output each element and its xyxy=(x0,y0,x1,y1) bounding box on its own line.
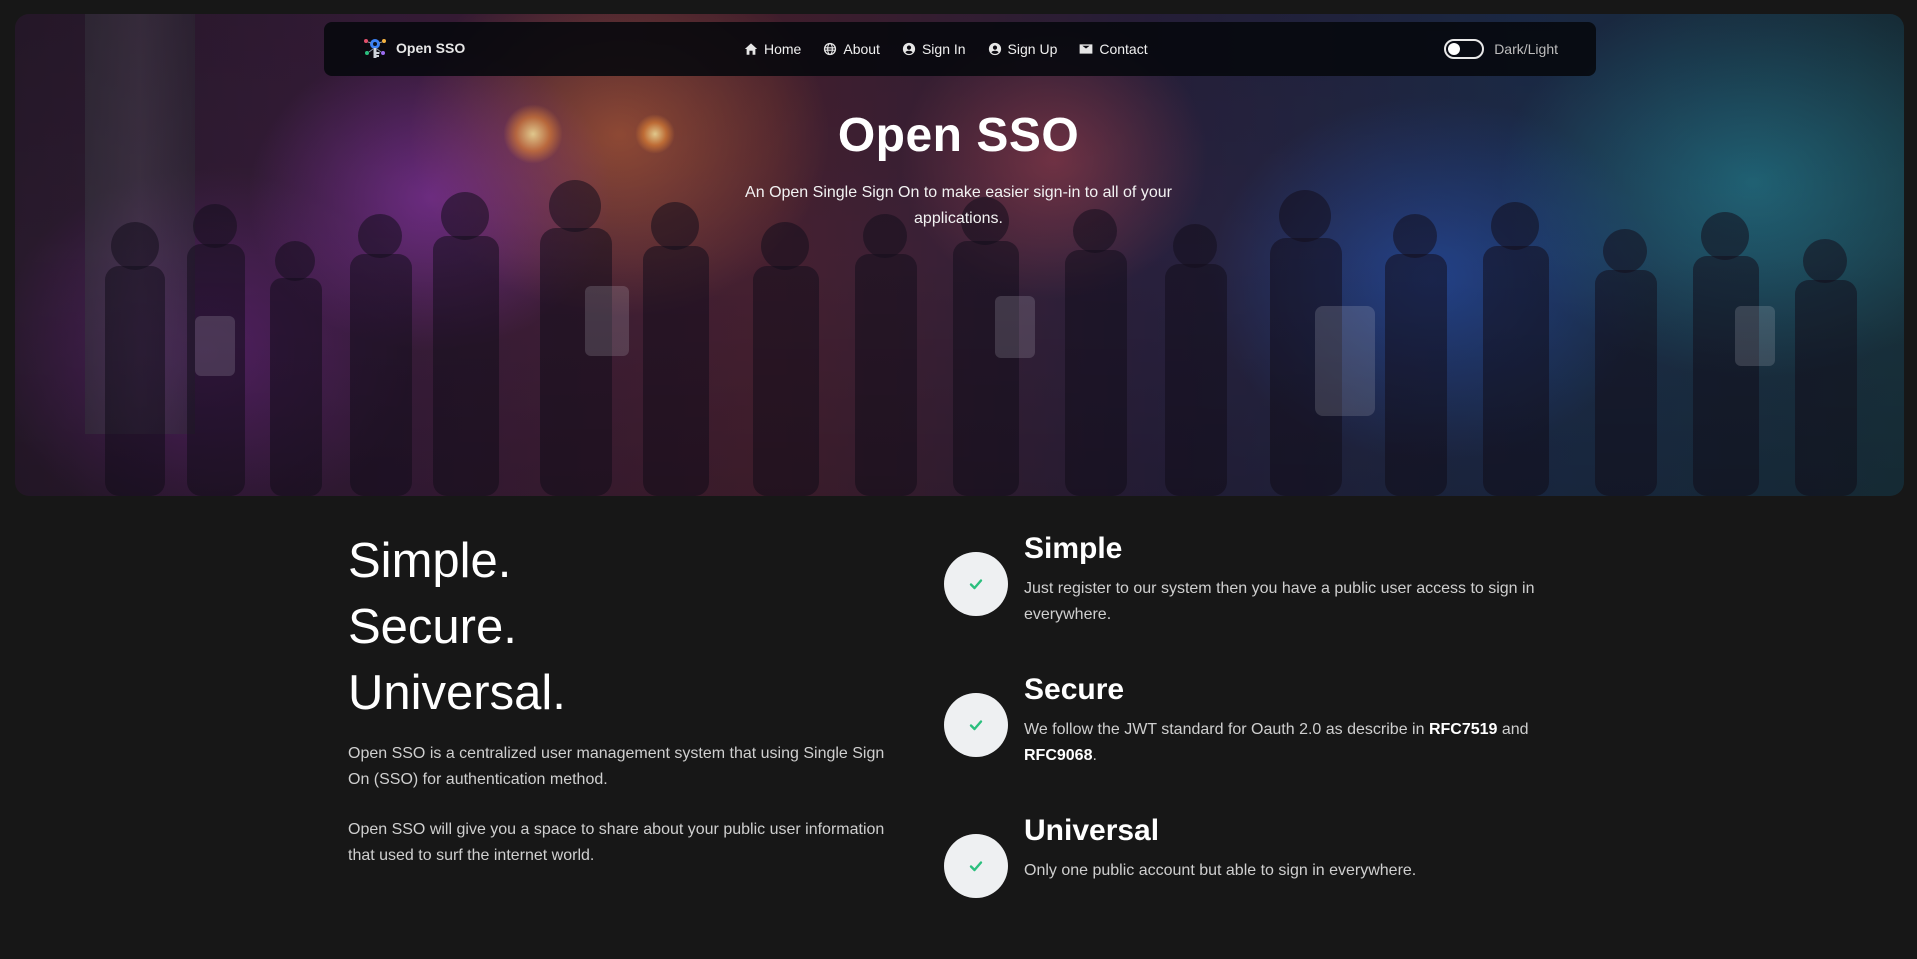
feature-body-text: and xyxy=(1497,721,1529,738)
navbar: Open SSO Home About Sign In Sign Up Cont… xyxy=(324,22,1596,76)
feature-check-badge xyxy=(944,834,1008,898)
user-circle-icon xyxy=(988,42,1001,56)
intro-paragraph-1: Open SSO is a centralized user managemen… xyxy=(348,745,885,788)
nav-sign-up-label: Sign Up xyxy=(1007,41,1058,57)
feature-title: Secure xyxy=(1024,673,1125,706)
nav-sign-up[interactable]: Sign Up xyxy=(988,41,1058,57)
nav-sign-in-label: Sign In xyxy=(921,41,966,57)
nav-about[interactable]: About xyxy=(823,41,880,57)
rfc-9068: RFC9068 xyxy=(1024,747,1093,764)
feature-check-badge xyxy=(944,552,1008,616)
nav-sign-in[interactable]: Sign In xyxy=(902,41,966,57)
feature-body-text: . xyxy=(1092,747,1097,764)
feature-body-text: We follow the JWT standard for Oauth 2.0… xyxy=(1024,721,1429,738)
check-icon xyxy=(969,720,983,731)
hero-subtitle: An Open Single Sign On to make easier si… xyxy=(745,184,1172,227)
brand[interactable]: Open SSO xyxy=(362,35,465,61)
theme-toggle-label: Dark/Light xyxy=(1494,41,1558,57)
brand-logo-icon xyxy=(364,39,386,58)
theme-toggle-switch[interactable] xyxy=(1444,39,1485,59)
home-icon xyxy=(744,43,758,55)
intro-paragraph-2: Open SSO will give you a space to share … xyxy=(348,821,885,864)
nav-contact[interactable]: Contact xyxy=(1079,41,1148,57)
feature-body: Just register to our system then you hav… xyxy=(1024,580,1535,623)
rfc-7519: RFC7519 xyxy=(1428,721,1498,738)
nav-about-label: About xyxy=(843,41,880,57)
check-icon xyxy=(969,861,983,872)
check-icon xyxy=(969,579,983,590)
tagline: Simple. Secure. Universal. xyxy=(348,528,566,726)
feature-body: We follow the JWT standard for Oauth 2.0… xyxy=(1024,717,1564,769)
nav-home[interactable]: Home xyxy=(744,41,801,57)
feature-title: Simple xyxy=(1024,532,1123,565)
theme-toggle: Dark/Light xyxy=(1444,22,1558,76)
feature-check-badge xyxy=(944,693,1008,757)
hero-banner xyxy=(15,14,1904,496)
nav-links: Home About Sign In Sign Up Contact xyxy=(744,22,1148,76)
feature-body: Only one public account but able to sign… xyxy=(1024,862,1417,879)
hero-overlay xyxy=(15,14,1904,496)
theme-toggle-knob xyxy=(1448,43,1461,55)
envelope-icon xyxy=(1079,44,1093,54)
tagline-line-3: Universal. xyxy=(348,666,566,720)
user-circle-icon xyxy=(902,42,916,56)
tagline-line-2: Secure. xyxy=(348,600,517,654)
nav-home-label: Home xyxy=(764,41,802,57)
nav-contact-label: Contact xyxy=(1099,41,1148,57)
tagline-line-1: Simple. xyxy=(348,534,512,588)
hero-title: Open SSO xyxy=(837,109,1080,162)
globe-icon xyxy=(824,42,837,56)
brand-name: Open SSO xyxy=(396,40,466,56)
feature-title: Universal xyxy=(1024,814,1160,847)
